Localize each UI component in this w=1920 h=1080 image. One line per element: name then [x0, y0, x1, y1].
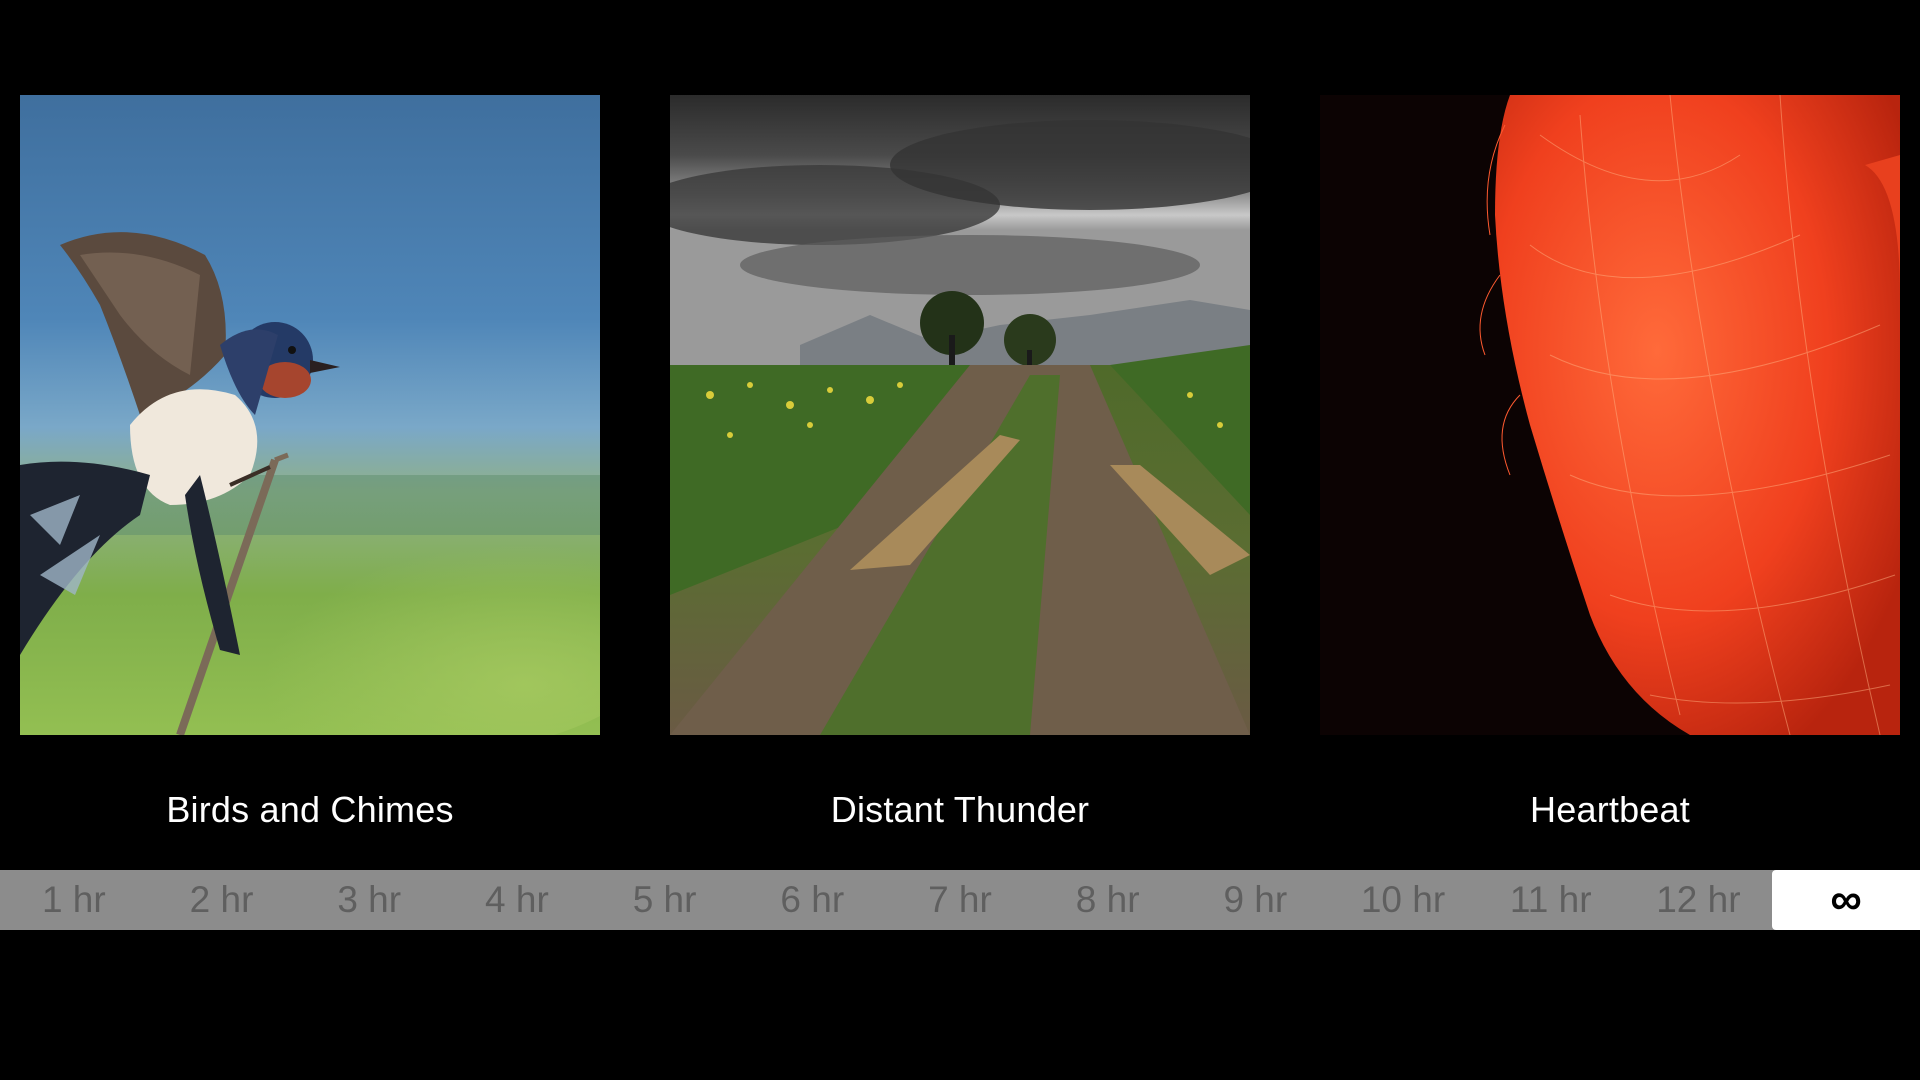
- timer-option-1hr[interactable]: 1 hr: [0, 870, 148, 930]
- timer-option-8hr[interactable]: 8 hr: [1034, 870, 1182, 930]
- sound-artwork: [1320, 95, 1900, 735]
- timer-option-9hr[interactable]: 9 hr: [1182, 870, 1330, 930]
- red-heart-image: [1320, 95, 1900, 735]
- timer-option-4hr[interactable]: 4 hr: [443, 870, 591, 930]
- timer-option-5hr[interactable]: 5 hr: [591, 870, 739, 930]
- sound-title: Distant Thunder: [830, 789, 1090, 830]
- sound-artwork: [20, 95, 600, 735]
- sleep-timer-bar: 1 hr 2 hr 3 hr 4 hr 5 hr 6 hr 7 hr 8 hr …: [0, 870, 1920, 930]
- sound-title: Heartbeat: [1530, 789, 1690, 830]
- sound-artwork: [670, 95, 1250, 735]
- timer-option-6hr[interactable]: 6 hr: [738, 870, 886, 930]
- timer-option-10hr[interactable]: 10 hr: [1329, 870, 1477, 930]
- sound-title: Birds and Chimes: [166, 789, 454, 830]
- timer-option-infinite[interactable]: ∞: [1772, 870, 1920, 930]
- storm-field-image: [670, 95, 1250, 735]
- sound-picker-screen: Birds and Chimes Distant Thunder Heartbe…: [0, 0, 1920, 1080]
- timer-option-12hr[interactable]: 12 hr: [1625, 870, 1773, 930]
- sound-card-birds-and-chimes[interactable]: Birds and Chimes: [20, 95, 600, 831]
- timer-option-7hr[interactable]: 7 hr: [886, 870, 1034, 930]
- timer-option-2hr[interactable]: 2 hr: [148, 870, 296, 930]
- swallow-image: [20, 95, 600, 735]
- sound-card-heartbeat[interactable]: Heartbeat: [1320, 95, 1900, 831]
- timer-option-3hr[interactable]: 3 hr: [295, 870, 443, 930]
- timer-option-11hr[interactable]: 11 hr: [1477, 870, 1625, 930]
- sound-card-distant-thunder[interactable]: Distant Thunder: [670, 95, 1250, 831]
